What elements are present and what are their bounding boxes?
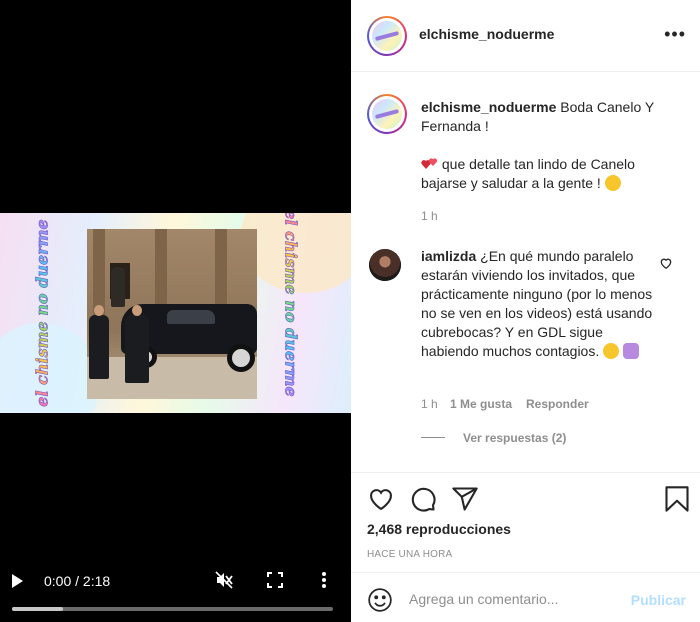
person-shrugging-emoji-icon <box>623 343 640 359</box>
two-hearts-emoji-icon <box>421 156 442 172</box>
caption-text: elchisme_noduerme Boda Canelo Y Fernanda… <box>421 98 683 136</box>
video-controls: 0:00 / 2:18 <box>0 567 351 597</box>
video-still <box>87 229 257 399</box>
comment-input[interactable] <box>409 589 619 609</box>
action-bar: 2,468 reproducciones HACE UNA HORA <box>351 472 700 572</box>
more-vertical-icon[interactable] <box>314 570 334 590</box>
heart-icon[interactable] <box>367 485 395 513</box>
mute-icon[interactable] <box>214 570 234 590</box>
caption-avatar[interactable] <box>367 94 407 134</box>
ellipsis-icon[interactable]: ••• <box>664 24 686 44</box>
play-icon[interactable] <box>12 574 23 588</box>
header-username[interactable]: elchisme_noduerme <box>419 26 554 42</box>
commenter-avatar[interactable] <box>369 249 401 281</box>
bookmark-icon[interactable] <box>664 485 692 513</box>
video-progress-fill <box>12 607 64 611</box>
post-panel: elchisme_noduerme ••• elchisme_noduerme … <box>351 0 700 622</box>
video-progress-bar[interactable] <box>12 607 333 611</box>
emoji-picker-icon[interactable] <box>367 587 393 613</box>
video-time: 0:00 / 2:18 <box>44 573 111 589</box>
rolling-eyes-emoji-icon <box>603 343 620 359</box>
comment-text: iamlizda ¿En qué mundo paralelo estarán … <box>421 247 661 361</box>
video-frame: el chisme no duerme el chisme no duerme <box>0 213 351 413</box>
comment-like-heart-icon[interactable] <box>659 256 673 270</box>
caption-body-line1: que detalle tan lindo de Canelo <box>441 156 635 172</box>
caption-time[interactable]: 1 h <box>421 209 438 223</box>
caption-body: que detalle tan lindo de Canelo bajarse … <box>421 155 683 193</box>
caption-body-line2: bajarse y saludar a la gente ! <box>421 175 601 191</box>
view-count[interactable]: 2,468 reproducciones <box>367 521 511 537</box>
watermark-right: el chisme no duerme <box>281 213 301 397</box>
commenter-username[interactable]: iamlizda <box>421 248 476 264</box>
comments-section: elchisme_noduerme Boda Canelo Y Fernanda… <box>351 73 700 473</box>
watermark-left: el chisme no duerme <box>32 219 52 407</box>
reply-button[interactable]: Responder <box>526 397 589 411</box>
fullscreen-icon[interactable] <box>265 570 285 590</box>
publish-button[interactable]: Publicar <box>631 592 686 608</box>
video-player[interactable]: el chisme no duerme el chisme no duerme … <box>0 0 351 622</box>
share-icon[interactable] <box>451 485 479 513</box>
grin-emoji-icon <box>604 175 621 191</box>
post-header: elchisme_noduerme ••• <box>351 0 700 72</box>
replies-divider <box>421 437 445 438</box>
comment-composer: Publicar <box>351 572 700 622</box>
comment-body: ¿En qué mundo paralelo estarán viviendo … <box>421 248 653 359</box>
comment-likes[interactable]: 1 Me gusta <box>450 397 512 411</box>
caption-username[interactable]: elchisme_noduerme <box>421 99 556 115</box>
comment-icon[interactable] <box>409 485 437 513</box>
view-replies-button[interactable]: Ver respuestas (2) <box>463 431 566 445</box>
comment-time[interactable]: 1 h <box>421 397 438 411</box>
post-timestamp[interactable]: HACE UNA HORA <box>367 549 452 560</box>
caption-title: Boda Canelo Y <box>560 99 655 115</box>
caption-title-line2: Fernanda ! <box>421 118 489 134</box>
avatar[interactable] <box>367 16 407 56</box>
